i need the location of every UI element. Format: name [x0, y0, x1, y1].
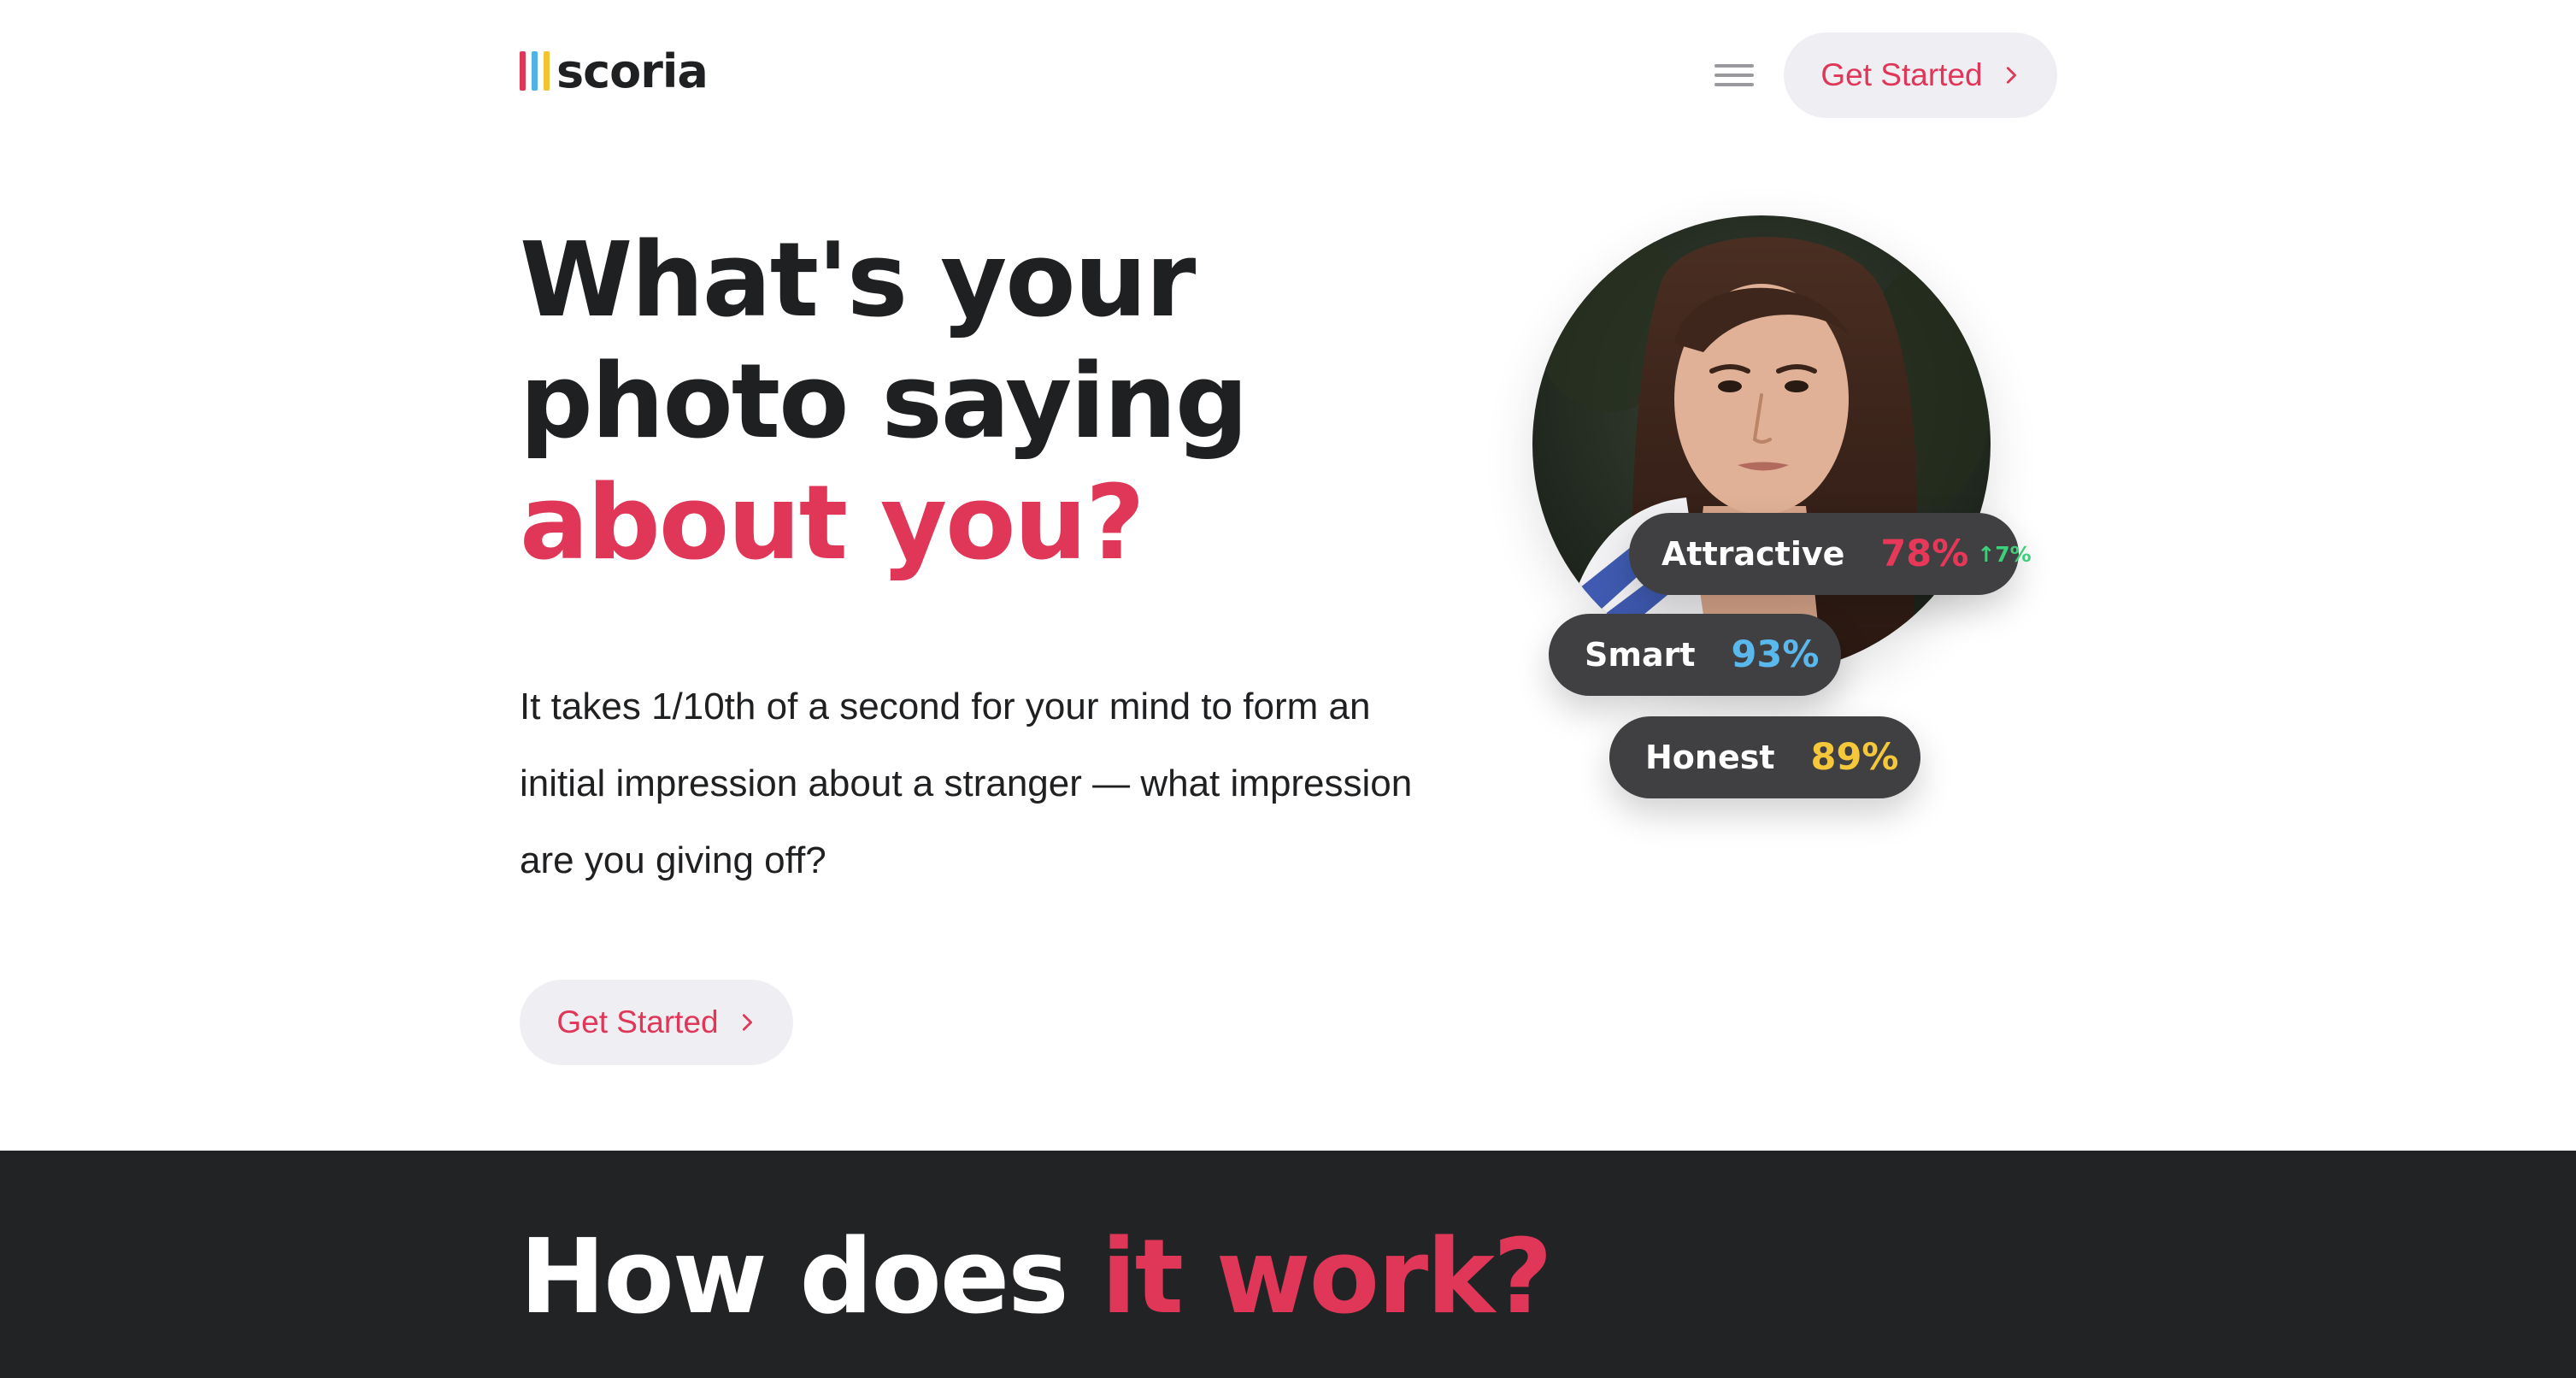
score-value: 89% [1810, 736, 1899, 779]
hero-headline: What's your photo saying about you? [520, 221, 1249, 585]
score-pill-attractive: Attractive 78% ↑7% [1629, 513, 2032, 595]
how-title-accent: it work? [1101, 1218, 1552, 1337]
score-pill-honest: Honest 89% [1609, 716, 1920, 798]
portrait-illustration [1532, 215, 1991, 674]
logo[interactable]: scoria [520, 41, 709, 101]
headline-line-1: What's your [520, 221, 1196, 340]
profile-photo [1532, 215, 1991, 674]
score-pill-smart: Smart 93% [1549, 614, 1841, 696]
how-title-plain: How does [520, 1218, 1102, 1337]
hero-get-started-button[interactable]: Get Started [520, 980, 793, 1065]
score-delta: ↑7% [1977, 541, 2032, 567]
menu-line [1714, 74, 1754, 77]
logo-bars-icon [520, 51, 550, 91]
hero-description: It takes 1/10th of a second for your min… [520, 686, 1413, 881]
chevron-right-icon [742, 1014, 752, 1031]
how-it-works-title: How does it work? [520, 1214, 1553, 1342]
score-label: Honest [1645, 739, 1775, 776]
logo-bar-blue [532, 51, 538, 91]
hamburger-menu-icon[interactable] [1714, 60, 1754, 91]
score-value: 93% [1731, 633, 1820, 676]
menu-line [1714, 83, 1754, 86]
menu-line [1714, 64, 1754, 68]
site-header: scoria Get Started [0, 0, 2576, 154]
headline-accent: about you? [520, 464, 1145, 583]
header-get-started-button[interactable]: Get Started [1784, 32, 2057, 118]
logo-bar-red [520, 51, 526, 91]
headline-line-2: photo saying [520, 343, 1249, 462]
logo-wordmark: scoria [556, 44, 709, 98]
logo-bar-yellow [544, 51, 550, 91]
chevron-right-icon [2006, 67, 2016, 84]
score-label: Smart [1585, 636, 1696, 674]
hero-get-started-label: Get Started [556, 1004, 719, 1039]
header-get-started-label: Get Started [1820, 57, 1983, 92]
score-value: 78% [1880, 533, 1969, 575]
score-label: Attractive [1661, 535, 1845, 573]
